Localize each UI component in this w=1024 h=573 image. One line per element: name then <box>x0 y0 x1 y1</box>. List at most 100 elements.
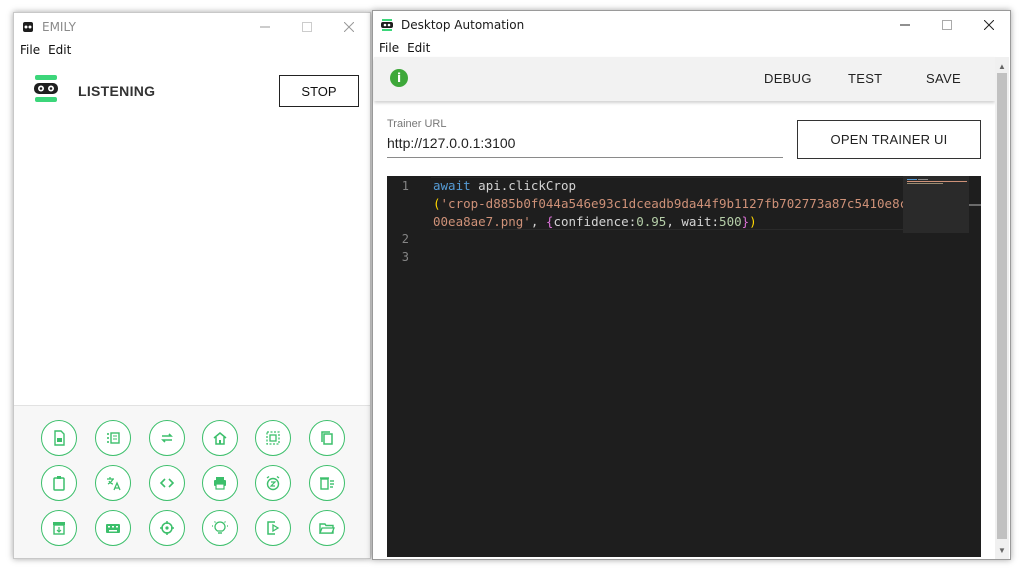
maximize-icon <box>302 22 312 32</box>
export-icon <box>267 521 280 535</box>
code-punct: , <box>666 214 682 229</box>
minimize-icon <box>260 26 270 28</box>
emily-logo <box>34 75 58 103</box>
code-line-1a: await api.clickCrop <box>433 178 576 193</box>
code-key: wait: <box>681 214 720 229</box>
tool-button-delete-list[interactable] <box>309 465 345 501</box>
close-icon <box>984 20 994 30</box>
line-number: 2 <box>401 232 409 246</box>
code-call: api.clickCrop <box>470 178 576 193</box>
tool-button-crosshair[interactable] <box>149 510 185 546</box>
scrollbar-thumb[interactable] <box>997 73 1007 539</box>
editor-minimap[interactable] <box>903 176 969 233</box>
status-label: LISTENING <box>78 83 156 99</box>
maximize-icon <box>942 20 952 30</box>
line-number: 1 <box>401 179 409 193</box>
automation-app-icon <box>381 19 393 31</box>
minimize-icon <box>900 24 910 26</box>
code-key: confidence: <box>553 214 637 229</box>
tool-button-lightbulb[interactable] <box>202 510 238 546</box>
tool-button-repeat[interactable] <box>149 420 185 456</box>
debug-button[interactable]: DEBUG <box>764 71 812 86</box>
tool-button-list[interactable] <box>95 420 131 456</box>
delete-list-icon <box>320 477 334 490</box>
minimize-button[interactable] <box>884 11 926 39</box>
emily-titlebar[interactable]: EMILY <box>14 13 370 41</box>
copy-icon <box>321 431 333 445</box>
info-icon[interactable]: i <box>390 69 408 87</box>
open-trainer-ui-button[interactable]: OPEN TRAINER UI <box>797 120 981 159</box>
editor-scrollbar[interactable] <box>969 176 981 557</box>
trainer-url-underline <box>387 157 783 158</box>
select-icon <box>266 431 280 445</box>
action-toolbox <box>14 405 370 558</box>
lightbulb-icon <box>212 521 228 534</box>
clipboard-icon <box>53 476 65 491</box>
code-line-1c: 00ea8ae7.png', {confidence:0.95, wait:50… <box>433 214 757 229</box>
editor-scroll-marker <box>969 204 981 206</box>
code-keyword: await <box>433 178 471 193</box>
tool-button-home[interactable] <box>202 420 238 456</box>
minimap-line <box>907 179 917 180</box>
scroll-up-icon[interactable]: ▲ <box>995 59 1009 73</box>
stop-button[interactable]: STOP <box>279 75 359 107</box>
tool-button-code[interactable] <box>149 465 185 501</box>
minimap-line <box>918 179 928 180</box>
alarm-icon <box>266 475 280 491</box>
close-button[interactable] <box>968 11 1010 39</box>
emily-menubar: File Edit <box>14 41 370 59</box>
maximize-button[interactable] <box>926 11 968 39</box>
menu-edit[interactable]: Edit <box>407 41 430 55</box>
menu-file[interactable]: File <box>379 41 399 55</box>
list-icon <box>107 432 120 444</box>
home-icon <box>213 432 227 445</box>
code-string: 'crop-d885b0f044a546e93c1dceadb9da44f9b1… <box>440 196 908 211</box>
code-paren: ) <box>749 214 757 229</box>
file-icon <box>54 430 65 446</box>
tool-button-folder-open[interactable] <box>309 510 345 546</box>
emily-app-icon <box>22 21 34 33</box>
repeat-icon <box>161 433 173 443</box>
emily-title: EMILY <box>42 20 76 34</box>
tool-button-print[interactable] <box>202 465 238 501</box>
minimap-line <box>907 181 967 182</box>
automation-title: Desktop Automation <box>401 18 525 32</box>
menu-edit[interactable]: Edit <box>48 43 71 57</box>
code-editor[interactable]: 1 2 3 await api.clickCrop ('crop-d885b0f… <box>387 176 981 557</box>
automation-window: Desktop Automation File Edit i DEBUG TES… <box>372 10 1011 560</box>
scroll-down-icon[interactable]: ▼ <box>995 543 1009 557</box>
tool-button-alarm[interactable] <box>255 465 291 501</box>
print-icon <box>214 477 226 490</box>
tool-button-copy[interactable] <box>309 420 345 456</box>
close-icon <box>344 22 354 32</box>
maximize-button[interactable] <box>286 13 328 41</box>
emily-window: EMILY File Edit LISTENING STOP <box>13 12 371 559</box>
automation-menubar: File Edit <box>373 39 1010 57</box>
menu-file[interactable]: File <box>20 43 40 57</box>
test-button[interactable]: TEST <box>848 71 882 86</box>
close-button[interactable] <box>328 13 370 41</box>
minimize-button[interactable] <box>244 13 286 41</box>
code-paren: ( <box>433 196 441 211</box>
tool-button-translate[interactable] <box>95 465 131 501</box>
folder-open-icon <box>319 523 335 534</box>
window-scrollbar[interactable]: ▲ ▼ <box>995 57 1009 559</box>
trainer-url-label: Trainer URL <box>387 118 447 130</box>
save-button[interactable]: SAVE <box>926 71 961 86</box>
code-punct: , <box>530 214 546 229</box>
code-string: 00ea8ae7.png' <box>433 214 531 229</box>
code-number: 500 <box>719 214 742 229</box>
crosshair-icon <box>160 521 174 535</box>
tool-button-select[interactable] <box>255 420 291 456</box>
tool-button-clipboard[interactable] <box>41 465 77 501</box>
code-icon <box>159 478 175 488</box>
tool-button-export[interactable] <box>255 510 291 546</box>
trainer-url-input[interactable]: http://127.0.0.1:3100 <box>387 135 515 151</box>
automation-titlebar[interactable]: Desktop Automation <box>373 11 1010 39</box>
automation-toolbar: i DEBUG TEST SAVE <box>374 57 995 101</box>
tool-button-archive[interactable] <box>41 510 77 546</box>
tool-button-file[interactable] <box>41 420 77 456</box>
translate-icon <box>107 477 121 491</box>
tool-button-keyboard[interactable] <box>95 510 131 546</box>
code-number: 0.95 <box>636 214 667 229</box>
